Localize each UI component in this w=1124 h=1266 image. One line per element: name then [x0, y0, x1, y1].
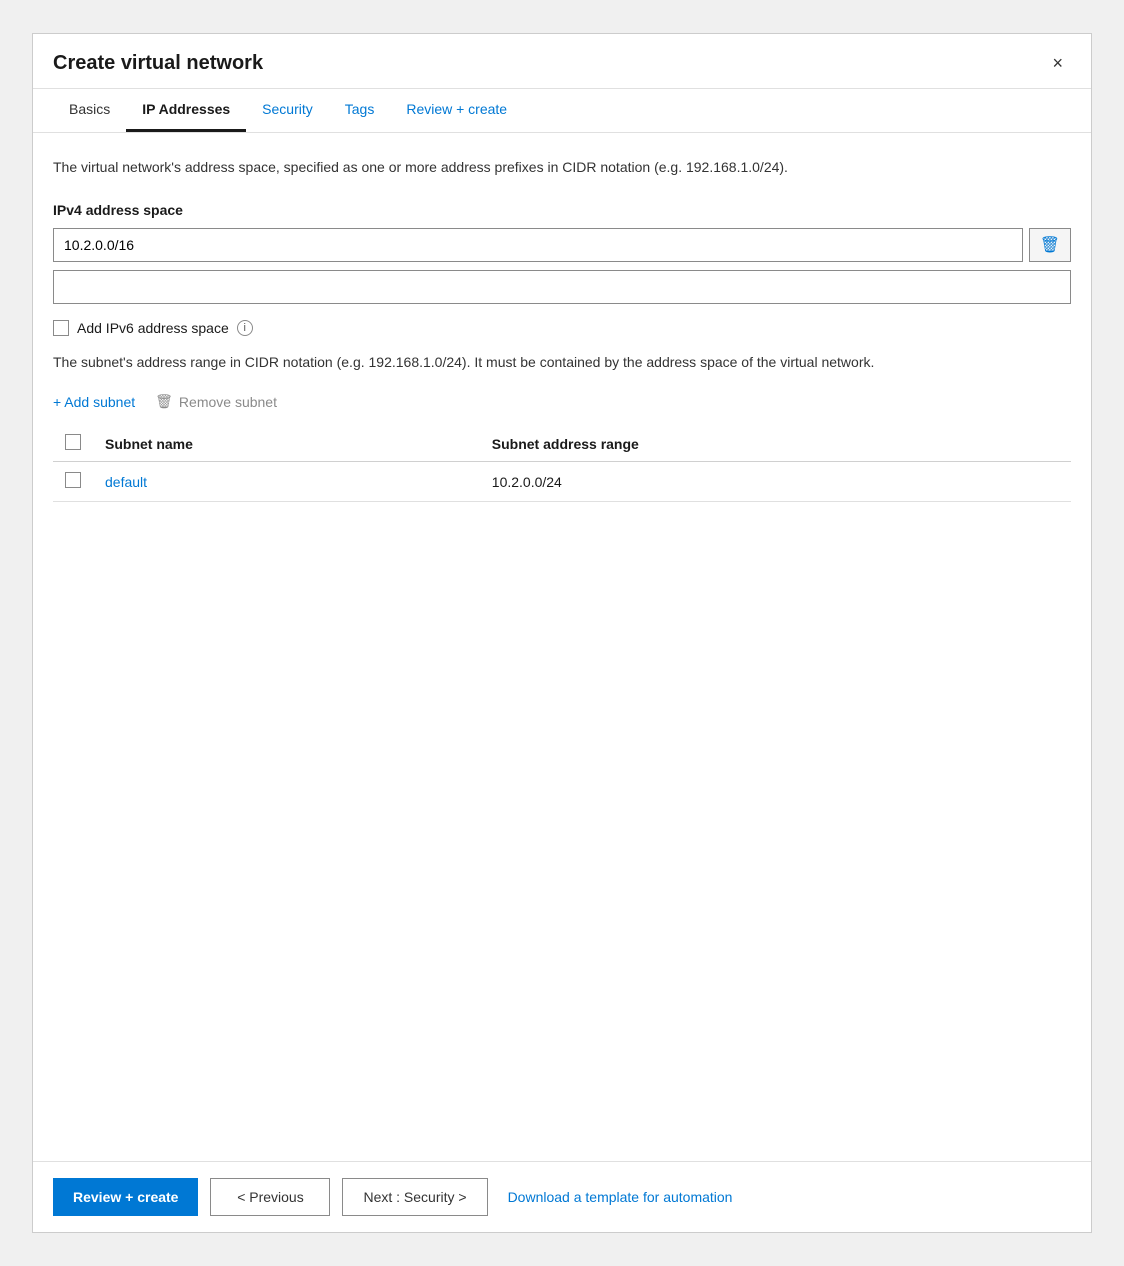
- address-space-description: The virtual network's address space, spe…: [53, 157, 1071, 178]
- tab-review-create[interactable]: Review + create: [390, 89, 523, 132]
- dialog-header: Create virtual network ×: [33, 34, 1091, 89]
- close-button[interactable]: ×: [1044, 50, 1071, 76]
- automation-template-link[interactable]: Download a template for automation: [508, 1189, 733, 1205]
- ipv4-second-input[interactable]: [53, 270, 1071, 304]
- ipv6-checkbox[interactable]: [53, 320, 69, 336]
- tab-tags[interactable]: Tags: [329, 89, 391, 132]
- col-header-name: Subnet name: [93, 426, 480, 462]
- ipv6-label: Add IPv6 address space: [77, 320, 229, 336]
- row-subnet-name: default: [93, 462, 480, 502]
- tab-security[interactable]: Security: [246, 89, 329, 132]
- tab-basics[interactable]: Basics: [53, 89, 126, 132]
- table-row: default 10.2.0.0/24: [53, 462, 1071, 502]
- delete-ipv4-button[interactable]: 🗑: [1029, 228, 1071, 262]
- ipv4-second-input-row: [53, 270, 1071, 304]
- tab-bar: Basics IP Addresses Security Tags Review…: [33, 89, 1091, 133]
- ipv4-input-row: 🗑: [53, 228, 1071, 262]
- trash-icon: 🗑: [1040, 235, 1060, 255]
- table-header-checkbox[interactable]: [65, 434, 81, 450]
- subnet-actions: + Add subnet 🗑 Remove subnet: [53, 393, 1071, 410]
- ipv6-checkbox-row: Add IPv6 address space i: [53, 320, 1071, 336]
- next-security-button[interactable]: Next : Security >: [342, 1178, 487, 1216]
- row-subnet-range: 10.2.0.0/24: [480, 462, 1071, 502]
- col-header-check: [53, 426, 93, 462]
- ipv4-address-input[interactable]: [53, 228, 1023, 262]
- previous-button[interactable]: < Previous: [210, 1178, 330, 1216]
- table-header-row: Subnet name Subnet address range: [53, 426, 1071, 462]
- dialog-title: Create virtual network: [53, 52, 263, 75]
- footer: Review + create < Previous Next : Securi…: [33, 1161, 1091, 1232]
- col-header-range: Subnet address range: [480, 426, 1071, 462]
- create-virtual-network-dialog: Create virtual network × Basics IP Addre…: [32, 33, 1092, 1233]
- row-checkbox[interactable]: [65, 472, 81, 488]
- remove-subnet-icon: 🗑: [155, 393, 173, 410]
- remove-subnet-button[interactable]: 🗑 Remove subnet: [155, 393, 277, 410]
- ipv4-section-label: IPv4 address space: [53, 202, 1071, 218]
- subnet-name-link[interactable]: default: [105, 474, 147, 490]
- info-icon[interactable]: i: [237, 320, 253, 336]
- row-check-cell: [53, 462, 93, 502]
- remove-subnet-label: Remove subnet: [179, 394, 277, 410]
- tab-ip-addresses[interactable]: IP Addresses: [126, 89, 246, 132]
- subnet-description: The subnet's address range in CIDR notat…: [53, 352, 1071, 373]
- review-create-button[interactable]: Review + create: [53, 1178, 198, 1216]
- subnet-table: Subnet name Subnet address range default…: [53, 426, 1071, 502]
- main-content: The virtual network's address space, spe…: [33, 133, 1091, 1161]
- add-subnet-button[interactable]: + Add subnet: [53, 394, 135, 410]
